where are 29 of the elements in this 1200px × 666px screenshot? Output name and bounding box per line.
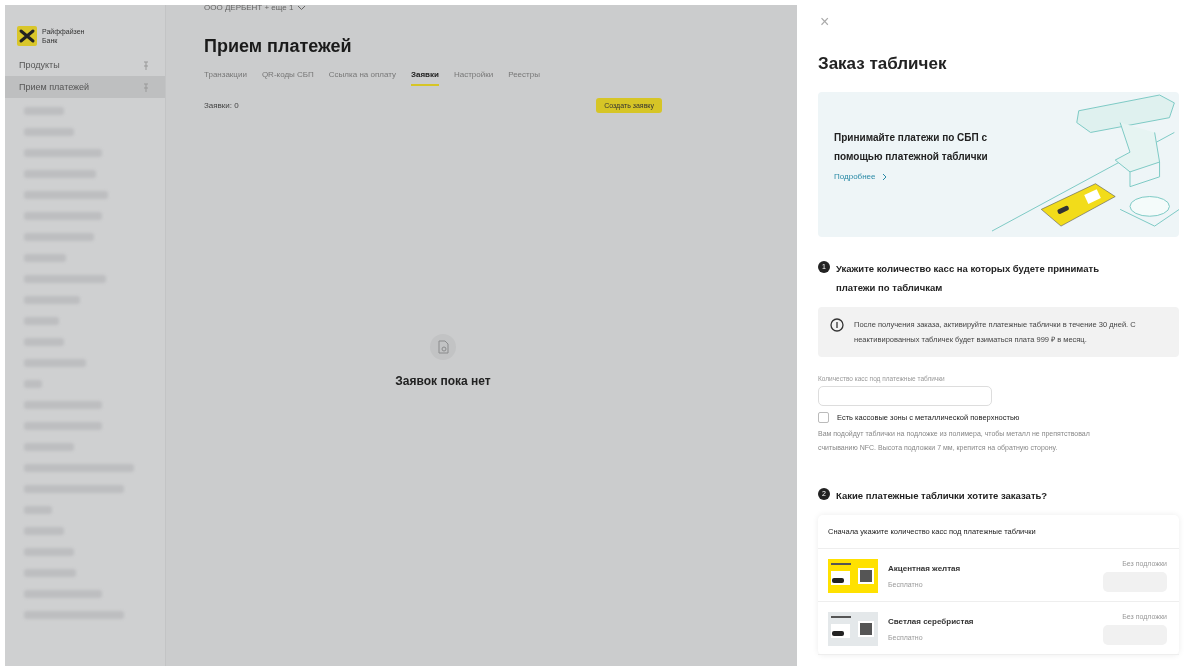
tab[interactable]: Ссылка на оплату — [328, 70, 396, 86]
close-button[interactable]: × — [820, 13, 830, 31]
pin-icon — [143, 60, 149, 70]
chevron-right-icon — [881, 172, 887, 181]
requests-count: Заявки: 0 — [204, 101, 239, 110]
empty-state-text: Заявок пока нет — [395, 374, 491, 388]
plate-name: Акцентная желтая — [888, 564, 962, 573]
plate-name: Светлая серебристая — [888, 617, 975, 626]
company-selector[interactable]: ООО ДЕРБЕНТ + еще 1 — [204, 5, 797, 12]
pin-icon — [143, 82, 149, 92]
banner-heading: Принимайте платежи по СБП с помощью платежной таблички — [834, 131, 989, 164]
tab[interactable]: Настройки — [453, 70, 494, 86]
step-heading: Какие платежные таблички хотите заказать? — [836, 489, 1049, 503]
info-icon — [830, 318, 844, 332]
sidebar-item[interactable]: Прием платежей — [5, 76, 165, 98]
checkbox[interactable] — [818, 412, 829, 423]
page-title: Прием платежей — [204, 36, 353, 57]
step-heading: Укажите количество касс на которых будете принимать платежи по табличкам — [836, 262, 1101, 295]
sidebar-item[interactable]: Продукты — [5, 54, 165, 76]
tab[interactable]: Реестры — [508, 70, 540, 86]
quantity-field[interactable] — [818, 386, 992, 406]
chevron-down-icon — [297, 5, 307, 11]
tab[interactable]: Транзакции — [204, 70, 247, 86]
panel-title: Заказ табличек — [818, 54, 948, 74]
logo-icon — [17, 26, 37, 46]
document-search-icon — [430, 334, 456, 360]
more-link[interactable]: Подробнее — [834, 172, 992, 181]
tab[interactable]: Заявки — [410, 70, 439, 86]
tab[interactable]: QR-коды СБП — [261, 70, 314, 86]
